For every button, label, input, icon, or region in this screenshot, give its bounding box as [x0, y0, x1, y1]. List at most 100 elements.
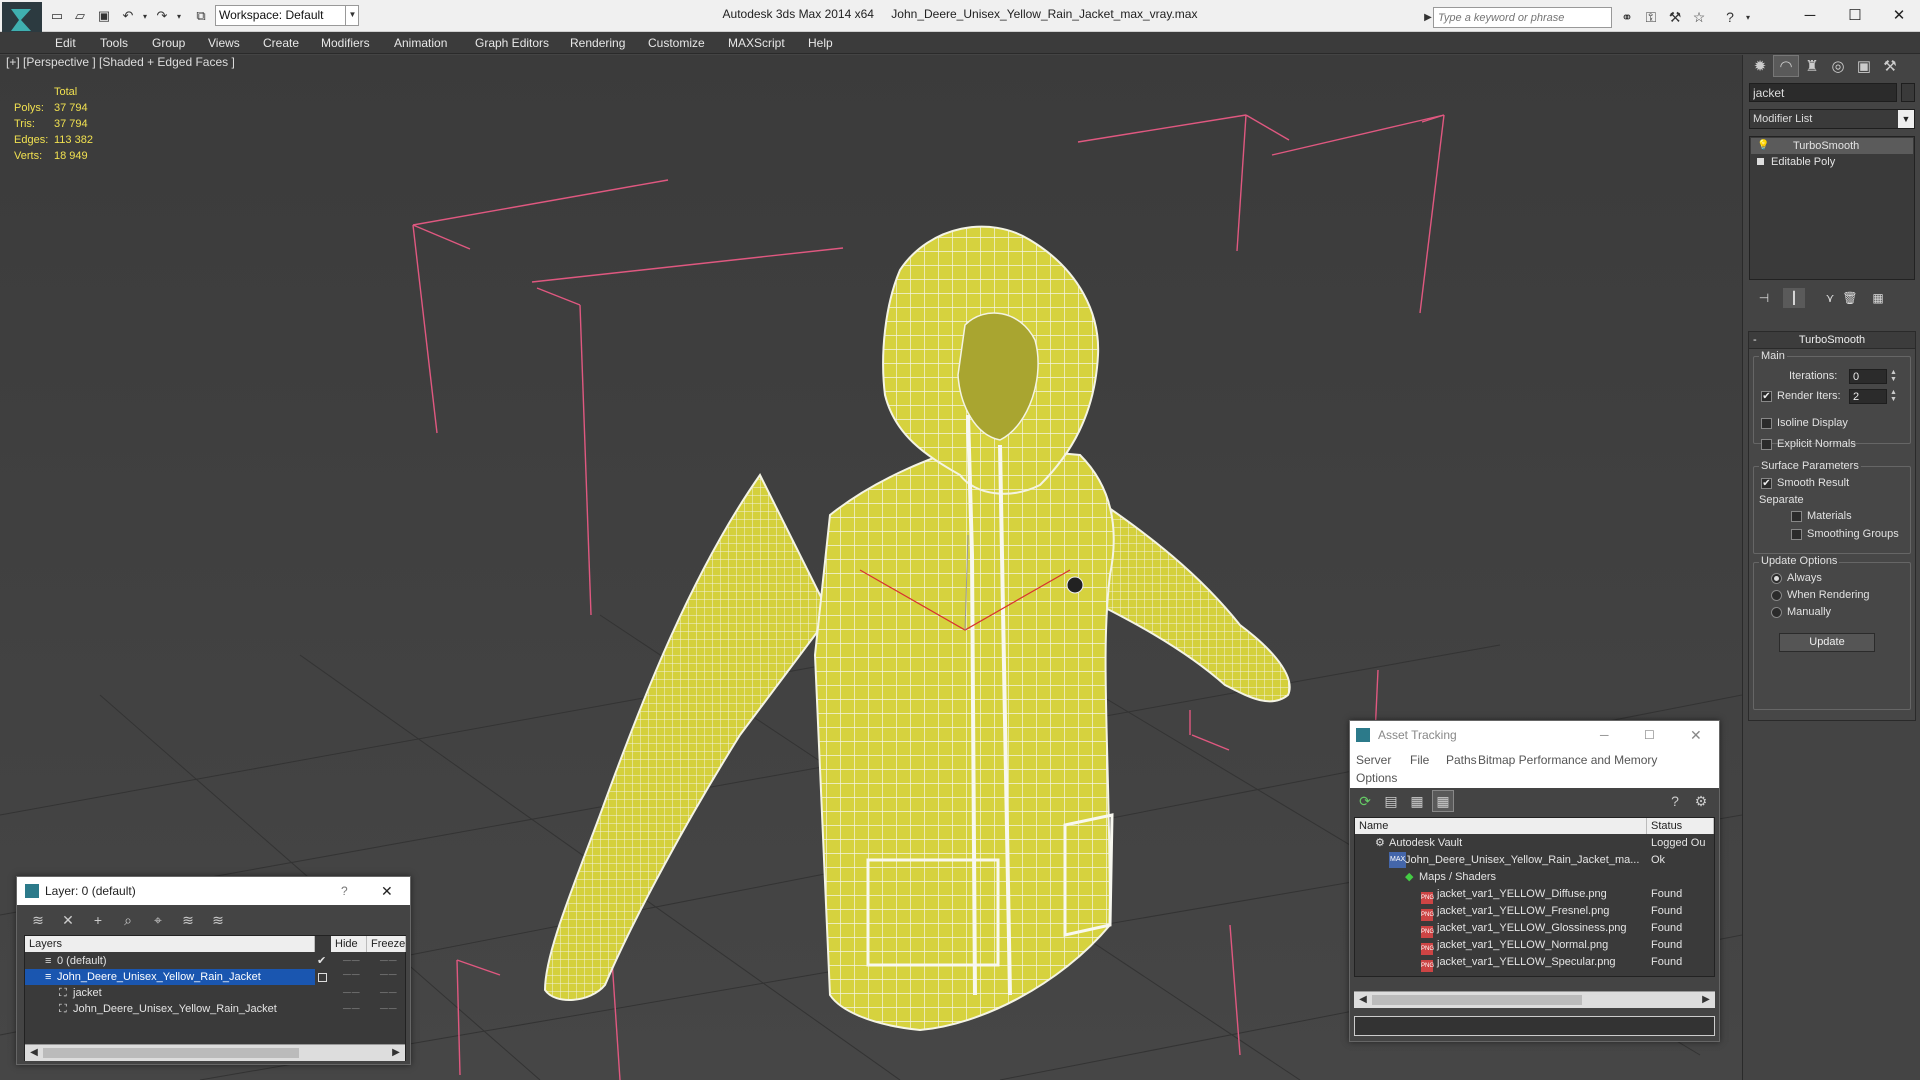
asset-path-field[interactable]	[1354, 1016, 1715, 1036]
menu-group[interactable]: Group	[152, 36, 185, 50]
remove-modifier-icon[interactable]: 🗑	[1839, 288, 1861, 308]
menu-bitmap-performance[interactable]: Bitmap Performance and Memory	[1478, 753, 1657, 767]
favorites-star-icon[interactable]: ☆	[1689, 7, 1709, 27]
modifier-list-dropdown[interactable]: Modifier List ▼	[1749, 109, 1915, 129]
viewport-label[interactable]: [+] [Perspective ] [Shaded + Edged Faces…	[6, 55, 235, 69]
menu-rendering[interactable]: Rendering	[570, 36, 625, 50]
display-tab-icon[interactable]: ▣	[1851, 55, 1877, 77]
object-name-field[interactable]	[1749, 83, 1897, 102]
object-color-swatch[interactable]	[1901, 83, 1915, 102]
menu-maxscript[interactable]: MAXScript	[728, 36, 785, 50]
utilities-tab-icon[interactable]: ⚒	[1877, 55, 1903, 77]
settings-icon[interactable]: ⚙	[1690, 790, 1712, 812]
table-row[interactable]: ⚙ Autodesk Vault Logged Ou	[1355, 835, 1714, 851]
lightbulb-icon[interactable]: 💡	[1757, 138, 1769, 154]
configure-sets-icon[interactable]: ▦	[1867, 288, 1889, 308]
table-row[interactable]: PNG jacket_var1_YELLOW_Glossiness.png Fo…	[1355, 920, 1714, 938]
menu-paths[interactable]: Paths	[1446, 753, 1477, 767]
redo-dropdown-icon[interactable]: ▾	[170, 7, 188, 25]
menu-file[interactable]: File	[1410, 753, 1429, 767]
menu-edit[interactable]: Edit	[55, 36, 76, 50]
always-radio[interactable]	[1771, 573, 1782, 584]
add-to-layer-icon[interactable]: +	[87, 909, 109, 931]
refresh-icon[interactable]: ⟳	[1354, 790, 1376, 812]
scroll-right-icon[interactable]: ▶	[389, 1046, 403, 1060]
col-status[interactable]: Status	[1647, 818, 1714, 834]
table-row[interactable]: PNG jacket_var1_YELLOW_Fresnel.png Found	[1355, 903, 1714, 921]
close-button[interactable]: ✕	[381, 877, 393, 905]
menu-modifiers[interactable]: Modifiers	[321, 36, 370, 50]
table-row[interactable]: MAX John_Deere_Unisex_Yellow_Rain_Jacket…	[1355, 852, 1714, 868]
modify-tab-icon[interactable]: ◠	[1773, 55, 1799, 77]
redo-icon[interactable]: ↷	[153, 7, 171, 25]
expand-icon[interactable]	[1757, 158, 1764, 165]
create-tab-icon[interactable]: ✹	[1747, 55, 1773, 77]
menu-help[interactable]: Help	[808, 36, 833, 50]
minimize-button[interactable]: ─	[1600, 721, 1609, 749]
hierarchy-tab-icon[interactable]: ♜	[1799, 55, 1825, 77]
render-iters-spinner[interactable]	[1849, 389, 1887, 404]
spinner-arrows-icon[interactable]: ▲ ▼	[1889, 389, 1898, 404]
table-view-icon[interactable]: ▦	[1406, 790, 1428, 812]
help-icon[interactable]: ?	[1720, 7, 1740, 27]
update-button[interactable]: Update	[1779, 633, 1875, 652]
help-dropdown-icon[interactable]: ▾	[1738, 7, 1758, 27]
binoculars-icon[interactable]: ⚭	[1617, 7, 1637, 27]
materials-checkbox[interactable]	[1791, 511, 1802, 522]
help-icon[interactable]: ?	[1664, 790, 1686, 812]
motion-tab-icon[interactable]: ◎	[1825, 55, 1851, 77]
dialog-title-bar[interactable]: Asset Tracking ─ ☐ ✕	[1350, 721, 1719, 749]
undo-dropdown-icon[interactable]: ▾	[136, 7, 154, 25]
scroll-left-icon[interactable]: ◀	[1356, 993, 1370, 1007]
maximize-button[interactable]: ☐	[1832, 0, 1878, 30]
minimize-button[interactable]: ─	[1787, 0, 1833, 30]
menu-customize[interactable]: Customize	[648, 36, 705, 50]
render-iters-checkbox[interactable]: ✔	[1761, 391, 1772, 402]
create-layer-icon[interactable]: ≋	[27, 909, 49, 931]
menu-views[interactable]: Views	[208, 36, 240, 50]
chevron-down-icon[interactable]: ▼	[1898, 110, 1914, 128]
maximize-button[interactable]: ☐	[1644, 721, 1655, 749]
scroll-left-icon[interactable]: ◀	[27, 1046, 41, 1060]
delete-layer-icon[interactable]: ✕	[57, 909, 79, 931]
scrollbar-thumb[interactable]	[1372, 995, 1582, 1005]
grid-view-icon[interactable]: ▦	[1432, 790, 1454, 812]
col-hide[interactable]: Hide	[331, 936, 367, 952]
isoline-display-checkbox[interactable]	[1761, 418, 1772, 429]
rollout-header[interactable]: - TurboSmooth	[1749, 332, 1915, 349]
col-name[interactable]: Name	[1355, 818, 1647, 834]
table-row[interactable]: PNG jacket_var1_YELLOW_Diffuse.png Found	[1355, 886, 1714, 904]
manually-radio[interactable]	[1771, 607, 1782, 618]
table-row[interactable]: ≡ 0 (default) ✔ ── ──	[25, 953, 405, 969]
open-file-icon[interactable]: ▱	[71, 7, 89, 25]
communication-center-icon[interactable]: ⚒	[1665, 7, 1685, 27]
menu-options[interactable]: Options	[1356, 771, 1397, 785]
freeze-all-layers-icon[interactable]: ≋	[207, 909, 229, 931]
table-row[interactable]: PNG jacket_var1_YELLOW_Normal.png Found	[1355, 937, 1714, 955]
highlight-selected-icon[interactable]: ⌖	[147, 909, 169, 931]
horizontal-scrollbar[interactable]: ◀ ▶	[1354, 991, 1715, 1008]
horizontal-scrollbar[interactable]: ◀ ▶	[25, 1044, 405, 1061]
checkmark-icon[interactable]: ✔	[317, 953, 326, 969]
col-freeze[interactable]: Freeze	[367, 936, 406, 952]
hide-all-layers-icon[interactable]: ≋	[177, 909, 199, 931]
scrollbar-thumb[interactable]	[43, 1048, 299, 1058]
subscription-key-icon[interactable]: ⚿	[1641, 7, 1661, 27]
when-rendering-radio[interactable]	[1771, 590, 1782, 601]
table-row[interactable]: PNG jacket_var1_YELLOW_Specular.png Foun…	[1355, 954, 1714, 972]
help-button[interactable]: ?	[341, 877, 348, 905]
show-end-result-icon[interactable]: ┃	[1783, 288, 1805, 308]
close-button[interactable]: ✕	[1690, 721, 1702, 749]
spinner-arrows-icon[interactable]: ▲ ▼	[1889, 369, 1898, 384]
scroll-right-icon[interactable]: ▶	[1699, 993, 1713, 1007]
stack-item-turbosmooth[interactable]: 💡 TurboSmooth	[1751, 138, 1913, 154]
table-row[interactable]: ◆ Maps / Shaders	[1355, 869, 1714, 885]
stack-item-editable-poly[interactable]: Editable Poly	[1751, 154, 1913, 170]
close-button[interactable]: ✕	[1876, 0, 1920, 30]
save-file-icon[interactable]: ▣	[95, 7, 113, 25]
smooth-result-checkbox[interactable]: ✔	[1761, 478, 1772, 489]
smoothing-groups-checkbox[interactable]	[1791, 529, 1802, 540]
list-view-icon[interactable]: ▤	[1380, 790, 1402, 812]
project-folder-icon[interactable]: ⧉	[192, 7, 210, 25]
pin-stack-icon[interactable]: ⊣	[1753, 288, 1775, 308]
